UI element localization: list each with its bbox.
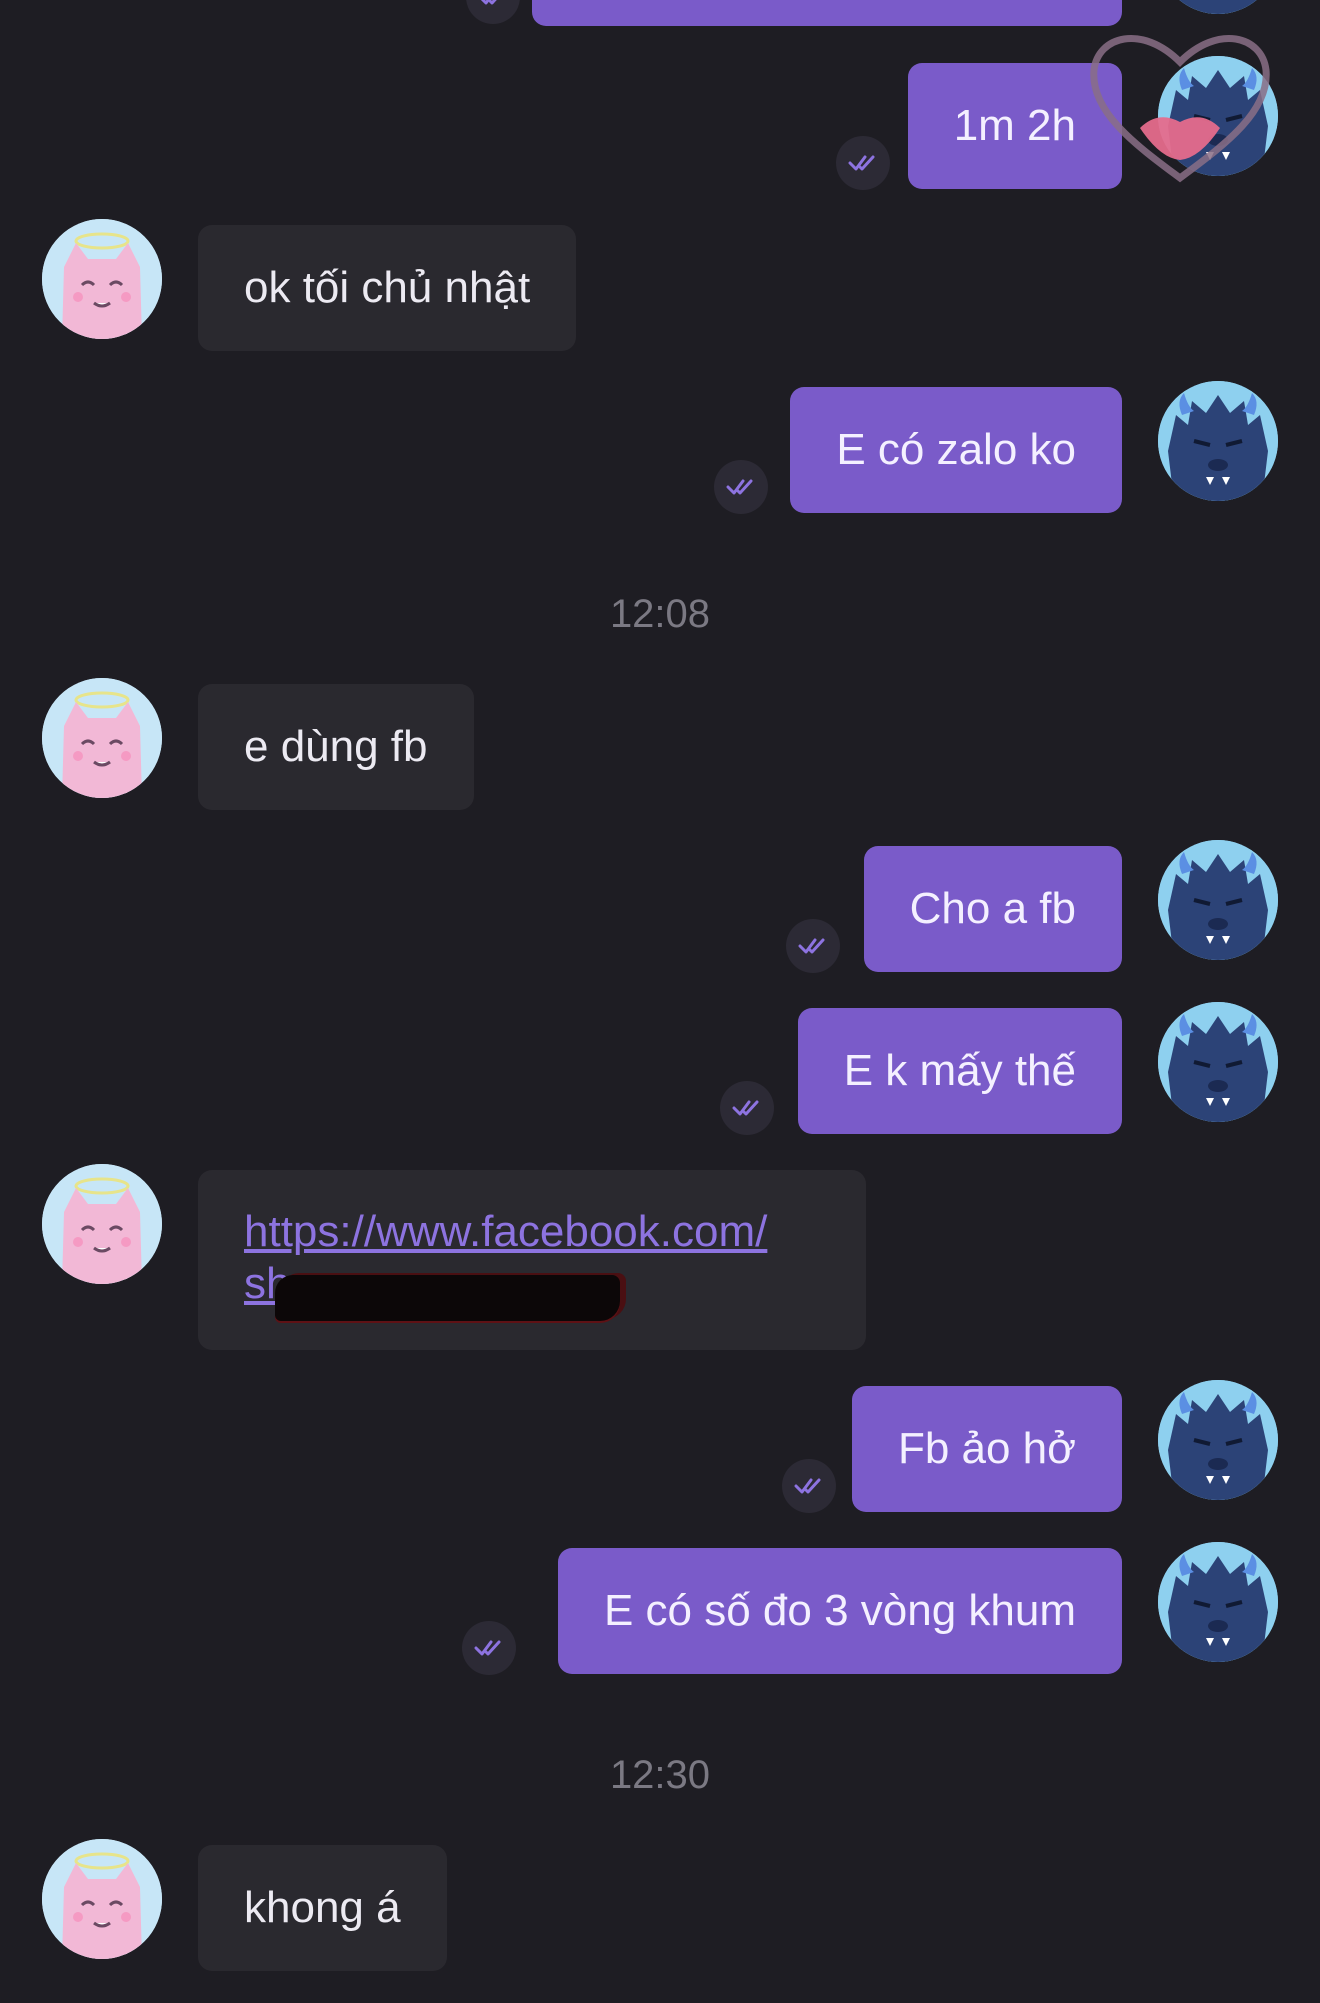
double-check-icon — [836, 136, 890, 190]
message-text: e dùng fb — [244, 722, 428, 771]
double-check-icon — [782, 1459, 836, 1513]
message-text: E có số đo 3 vòng khum — [603, 1586, 1076, 1635]
redaction-scribble — [275, 1275, 620, 1321]
message-bubble-incoming[interactable]: ok tối chủ nhật — [198, 225, 577, 351]
my-avatar[interactable] — [1158, 1002, 1278, 1122]
message-text: E k mấy thế — [843, 1046, 1076, 1095]
message-text: 1m 2h — [953, 101, 1076, 150]
peer-avatar[interactable] — [42, 1839, 162, 1959]
message-bubble-incoming-link[interactable]: https://www.facebook.com/ sh — [198, 1170, 866, 1350]
double-check-icon — [462, 1621, 516, 1675]
message-text: E có zalo ko — [836, 425, 1076, 474]
message-bubble-partial[interactable] — [532, 0, 1122, 26]
message-bubble-outgoing[interactable]: Cho a fb — [863, 846, 1122, 972]
message-bubble-incoming[interactable]: e dùng fb — [198, 684, 474, 810]
double-check-icon — [466, 0, 520, 24]
my-avatar[interactable] — [1158, 0, 1278, 14]
message-text: Fb ảo hở — [897, 1424, 1076, 1473]
chat-thread[interactable]: 1m 2h ok tối chủ nhật E có zalo ko 12:08… — [0, 0, 1320, 2003]
double-check-icon — [714, 460, 768, 514]
peer-avatar[interactable] — [42, 219, 162, 339]
my-avatar[interactable] — [1158, 381, 1278, 501]
message-bubble-incoming[interactable]: khong á — [198, 1845, 447, 1971]
message-bubble-outgoing[interactable]: E k mấy thế — [797, 1008, 1122, 1134]
peer-avatar[interactable] — [42, 1164, 162, 1284]
message-bubble-outgoing[interactable]: E có zalo ko — [790, 387, 1122, 513]
my-avatar[interactable] — [1158, 1380, 1278, 1500]
facebook-link[interactable]: https://www.facebook.com/ — [244, 1206, 767, 1258]
message-bubble-outgoing[interactable]: Fb ảo hở — [851, 1386, 1122, 1512]
heart-kiss-reaction-icon — [1090, 35, 1270, 183]
message-text: khong á — [244, 1883, 401, 1932]
message-text: Cho a fb — [909, 884, 1076, 933]
peer-avatar[interactable] — [42, 678, 162, 798]
my-avatar[interactable] — [1158, 840, 1278, 960]
my-avatar[interactable] — [1158, 1542, 1278, 1662]
message-text: ok tối chủ nhật — [244, 263, 531, 312]
timestamp: 12:30 — [609, 1753, 711, 1797]
message-bubble-outgoing[interactable]: E có số đo 3 vòng khum — [557, 1548, 1122, 1674]
double-check-icon — [786, 919, 840, 973]
timestamp: 12:08 — [609, 592, 711, 636]
double-check-icon — [720, 1081, 774, 1135]
